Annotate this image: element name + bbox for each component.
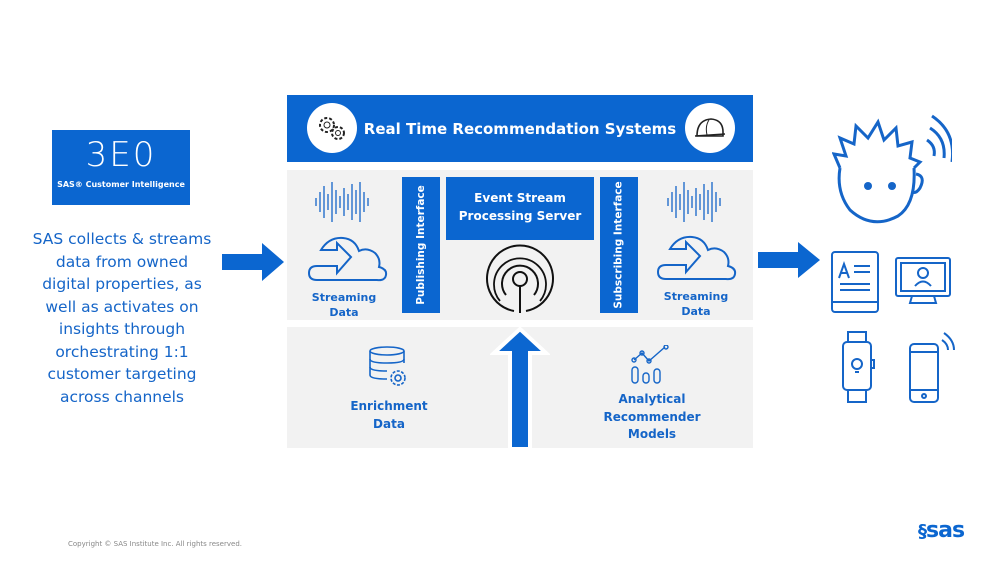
user-face-icon [832,114,952,224]
sas-logo: §sas [918,518,965,543]
header-title: Real Time Recommendation Systems [363,119,677,138]
tablet-icon [831,251,879,313]
subscribing-interface: Subscribing Interface [600,177,638,313]
gears-icon [307,103,357,153]
header-bar: Real Time Recommendation Systems [287,95,753,162]
sound-wave-icon [667,182,721,222]
enrichment-data-label: Enrichment Data [350,399,428,431]
database-gear-icon [369,346,406,386]
description-text: SAS collects & streams data from owned dig… [32,230,212,406]
arrow-right-icon [758,242,820,278]
broadcast-signal-icon [486,244,554,313]
sound-wave-icon [315,182,369,222]
arrow-right-icon [222,243,284,281]
esp-server-box: Event Stream Processing Server [446,177,594,240]
streaming-data-right-label: Streaming Data [663,290,729,318]
smartwatch-icon [842,331,875,403]
cloud-upload-icon [656,235,737,281]
monitor-user-icon [895,257,951,304]
smartphone-icon [909,332,955,403]
hard-hat-icon [685,103,735,153]
streaming-data-left-label: Streaming Data [311,291,377,319]
publishing-interface: Publishing Interface [402,177,440,313]
arrow-up-icon [490,327,550,449]
analytical-models-label: Analytical Recommender Models [603,392,701,441]
cloud-upload-icon [307,236,388,282]
analytics-chart-icon [631,345,669,384]
copyright-text: Copyright © SAS Institute Inc. All right… [68,540,242,548]
sas-360-logo: 3E0 SAS® Customer Intelligence [52,130,190,205]
